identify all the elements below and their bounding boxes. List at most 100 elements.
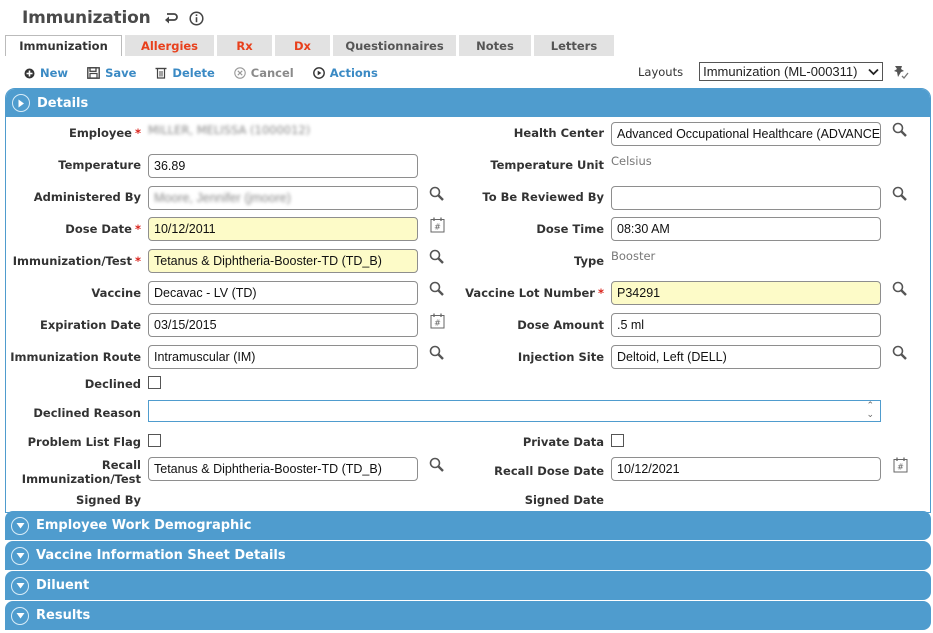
expand-down-icon (11, 606, 29, 625)
temperature-label: Temperature (58, 158, 141, 172)
actions-label: Actions (329, 66, 378, 80)
administered-by-search-icon[interactable] (429, 186, 445, 202)
tab-allergies[interactable]: Allergies (125, 35, 214, 56)
vaccine-input[interactable]: Decavac - LV (TD) (148, 281, 418, 305)
health-center-search-icon[interactable] (892, 122, 908, 138)
svg-text:#: # (434, 223, 441, 232)
layouts-label: Layouts (638, 64, 684, 79)
health-center-label: Health Center (513, 126, 604, 140)
recall-dose-date-calendar-icon[interactable]: # (893, 457, 908, 473)
plus-circle-icon (24, 68, 35, 79)
tab-rx[interactable]: Rx (217, 35, 272, 56)
cancel-button[interactable]: Cancel (234, 66, 294, 80)
dose-date-input[interactable]: 10/12/2011 (148, 217, 418, 241)
problem-list-flag-checkbox[interactable] (148, 434, 161, 447)
layouts-select[interactable]: Immunization (ML-000311) (699, 62, 884, 81)
cancel-label: Cancel (250, 66, 294, 80)
info-icon[interactable] (188, 10, 204, 26)
play-circle-icon (312, 67, 325, 79)
temperature-unit-value: Celsius (611, 154, 652, 168)
administered-by-input[interactable]: Moore, Jennifer (jmoore) (148, 186, 418, 210)
vaccine-lot-number-search-icon[interactable] (892, 281, 908, 297)
layouts-selected-value: Immunization (ML-000311) (703, 64, 858, 79)
dose-amount-input[interactable]: .5 ml (611, 313, 881, 337)
save-label: Save (105, 66, 137, 80)
expiration-date-input[interactable]: 03/15/2015 (148, 313, 418, 337)
section-title: Results (36, 608, 91, 623)
expiration-date-label: Expiration Date (39, 318, 141, 332)
recall-immunization-search-icon[interactable] (429, 457, 445, 473)
return-arrow-icon[interactable] (163, 11, 179, 25)
recall-dose-date-input[interactable]: 10/12/2021 (611, 457, 881, 481)
tab-bar: Immunization Allergies Rx Dx Questionnai… (5, 35, 617, 56)
section-title: Employee Work Demographic (36, 518, 252, 533)
page-title: Immunization (22, 8, 151, 28)
page-header: Immunization (22, 6, 204, 30)
declined-checkbox[interactable] (148, 376, 161, 389)
injection-site-search-icon[interactable] (892, 345, 908, 361)
details-title: Details (37, 95, 89, 111)
svg-text:#: # (897, 463, 904, 472)
chevron-down-icon (868, 64, 879, 79)
employee-value: MILLER, MELISSA (1000012) (148, 123, 311, 137)
injection-site-input[interactable]: Deltoid, Left (DELL) (611, 345, 881, 369)
new-button[interactable]: New (24, 66, 68, 80)
vaccine-search-icon[interactable] (429, 281, 445, 297)
to-be-reviewed-by-input[interactable] (611, 186, 881, 210)
expiration-date-calendar-icon[interactable]: # (430, 313, 445, 329)
dose-time-label: Dose Time (536, 222, 604, 236)
tab-immunization[interactable]: Immunization (5, 35, 122, 56)
dose-date-calendar-icon[interactable]: # (430, 217, 445, 233)
private-data-checkbox[interactable] (611, 434, 624, 447)
employee-label: Employee * (68, 126, 141, 140)
dose-time-input[interactable]: 08:30 AM (611, 217, 881, 241)
section-results[interactable]: Results (5, 601, 931, 630)
recall-immunization-input[interactable]: Tetanus & Diphtheria-Booster-TD (TD_B) (148, 457, 418, 481)
recall-dose-date-label: Recall Dose Date (494, 464, 604, 478)
to-be-reviewed-by-label: To Be Reviewed By (482, 190, 604, 204)
to-be-reviewed-by-search-icon[interactable] (892, 186, 908, 202)
temperature-unit-label: Temperature Unit (490, 158, 604, 172)
expand-circle-icon (12, 94, 30, 112)
declined-reason-label: Declined Reason (33, 406, 141, 420)
immunization-test-label: Immunization/Test * (12, 254, 141, 268)
administered-by-value: Moore, Jennifer (jmoore) (154, 191, 291, 205)
immunization-route-label: Immunization Route (10, 350, 141, 364)
immunization-route-search-icon[interactable] (429, 345, 445, 361)
tab-dx[interactable]: Dx (275, 35, 330, 56)
declined-label: Declined (84, 377, 141, 391)
immunization-route-input[interactable]: Intramuscular (IM) (148, 345, 418, 369)
tab-questionnaires[interactable]: Questionnaires (333, 35, 456, 56)
delete-button[interactable]: Delete (155, 66, 215, 80)
immunization-test-input[interactable]: Tetanus & Diphtheria-Booster-TD (TD_B) (148, 249, 418, 273)
section-title: Vaccine Information Sheet Details (36, 548, 286, 563)
textarea-spinner-icon[interactable]: ⌃ ⌄ (866, 402, 874, 420)
tab-letters[interactable]: Letters (534, 35, 614, 56)
save-button[interactable]: Save (87, 66, 136, 80)
pin-icon[interactable] (892, 64, 910, 84)
vaccine-label: Vaccine (91, 286, 141, 300)
vaccine-lot-number-label: Vaccine Lot Number * (465, 286, 604, 300)
health-center-input[interactable]: Advanced Occupational Healthcare (ADVANC… (611, 122, 881, 146)
new-label: New (40, 66, 69, 80)
expand-down-icon (11, 576, 29, 595)
layouts-control: Layouts Immunization (ML-000311) (638, 62, 884, 81)
dose-amount-label: Dose Amount (517, 318, 604, 332)
type-value: Booster (611, 249, 656, 263)
section-vaccine-information-sheet-details[interactable]: Vaccine Information Sheet Details (5, 541, 931, 570)
section-title: Diluent (36, 578, 90, 593)
vaccine-lot-number-input[interactable]: P34291 (611, 281, 881, 305)
temperature-input[interactable]: 36.89 (148, 154, 418, 178)
details-header[interactable]: Details (6, 89, 930, 117)
section-employee-work-demographic[interactable]: Employee Work Demographic (5, 511, 931, 540)
type-label: Type (573, 254, 604, 268)
tab-notes[interactable]: Notes (459, 35, 531, 56)
declined-reason-textarea[interactable]: ⌃ ⌄ (148, 400, 881, 422)
immunization-test-search-icon[interactable] (429, 249, 445, 265)
expand-down-icon (11, 546, 29, 565)
cancel-circle-icon (234, 67, 246, 79)
svg-text:#: # (434, 319, 441, 328)
section-diluent[interactable]: Diluent (5, 571, 931, 600)
actions-button[interactable]: Actions (312, 66, 378, 80)
problem-list-flag-label: Problem List Flag (27, 435, 141, 449)
